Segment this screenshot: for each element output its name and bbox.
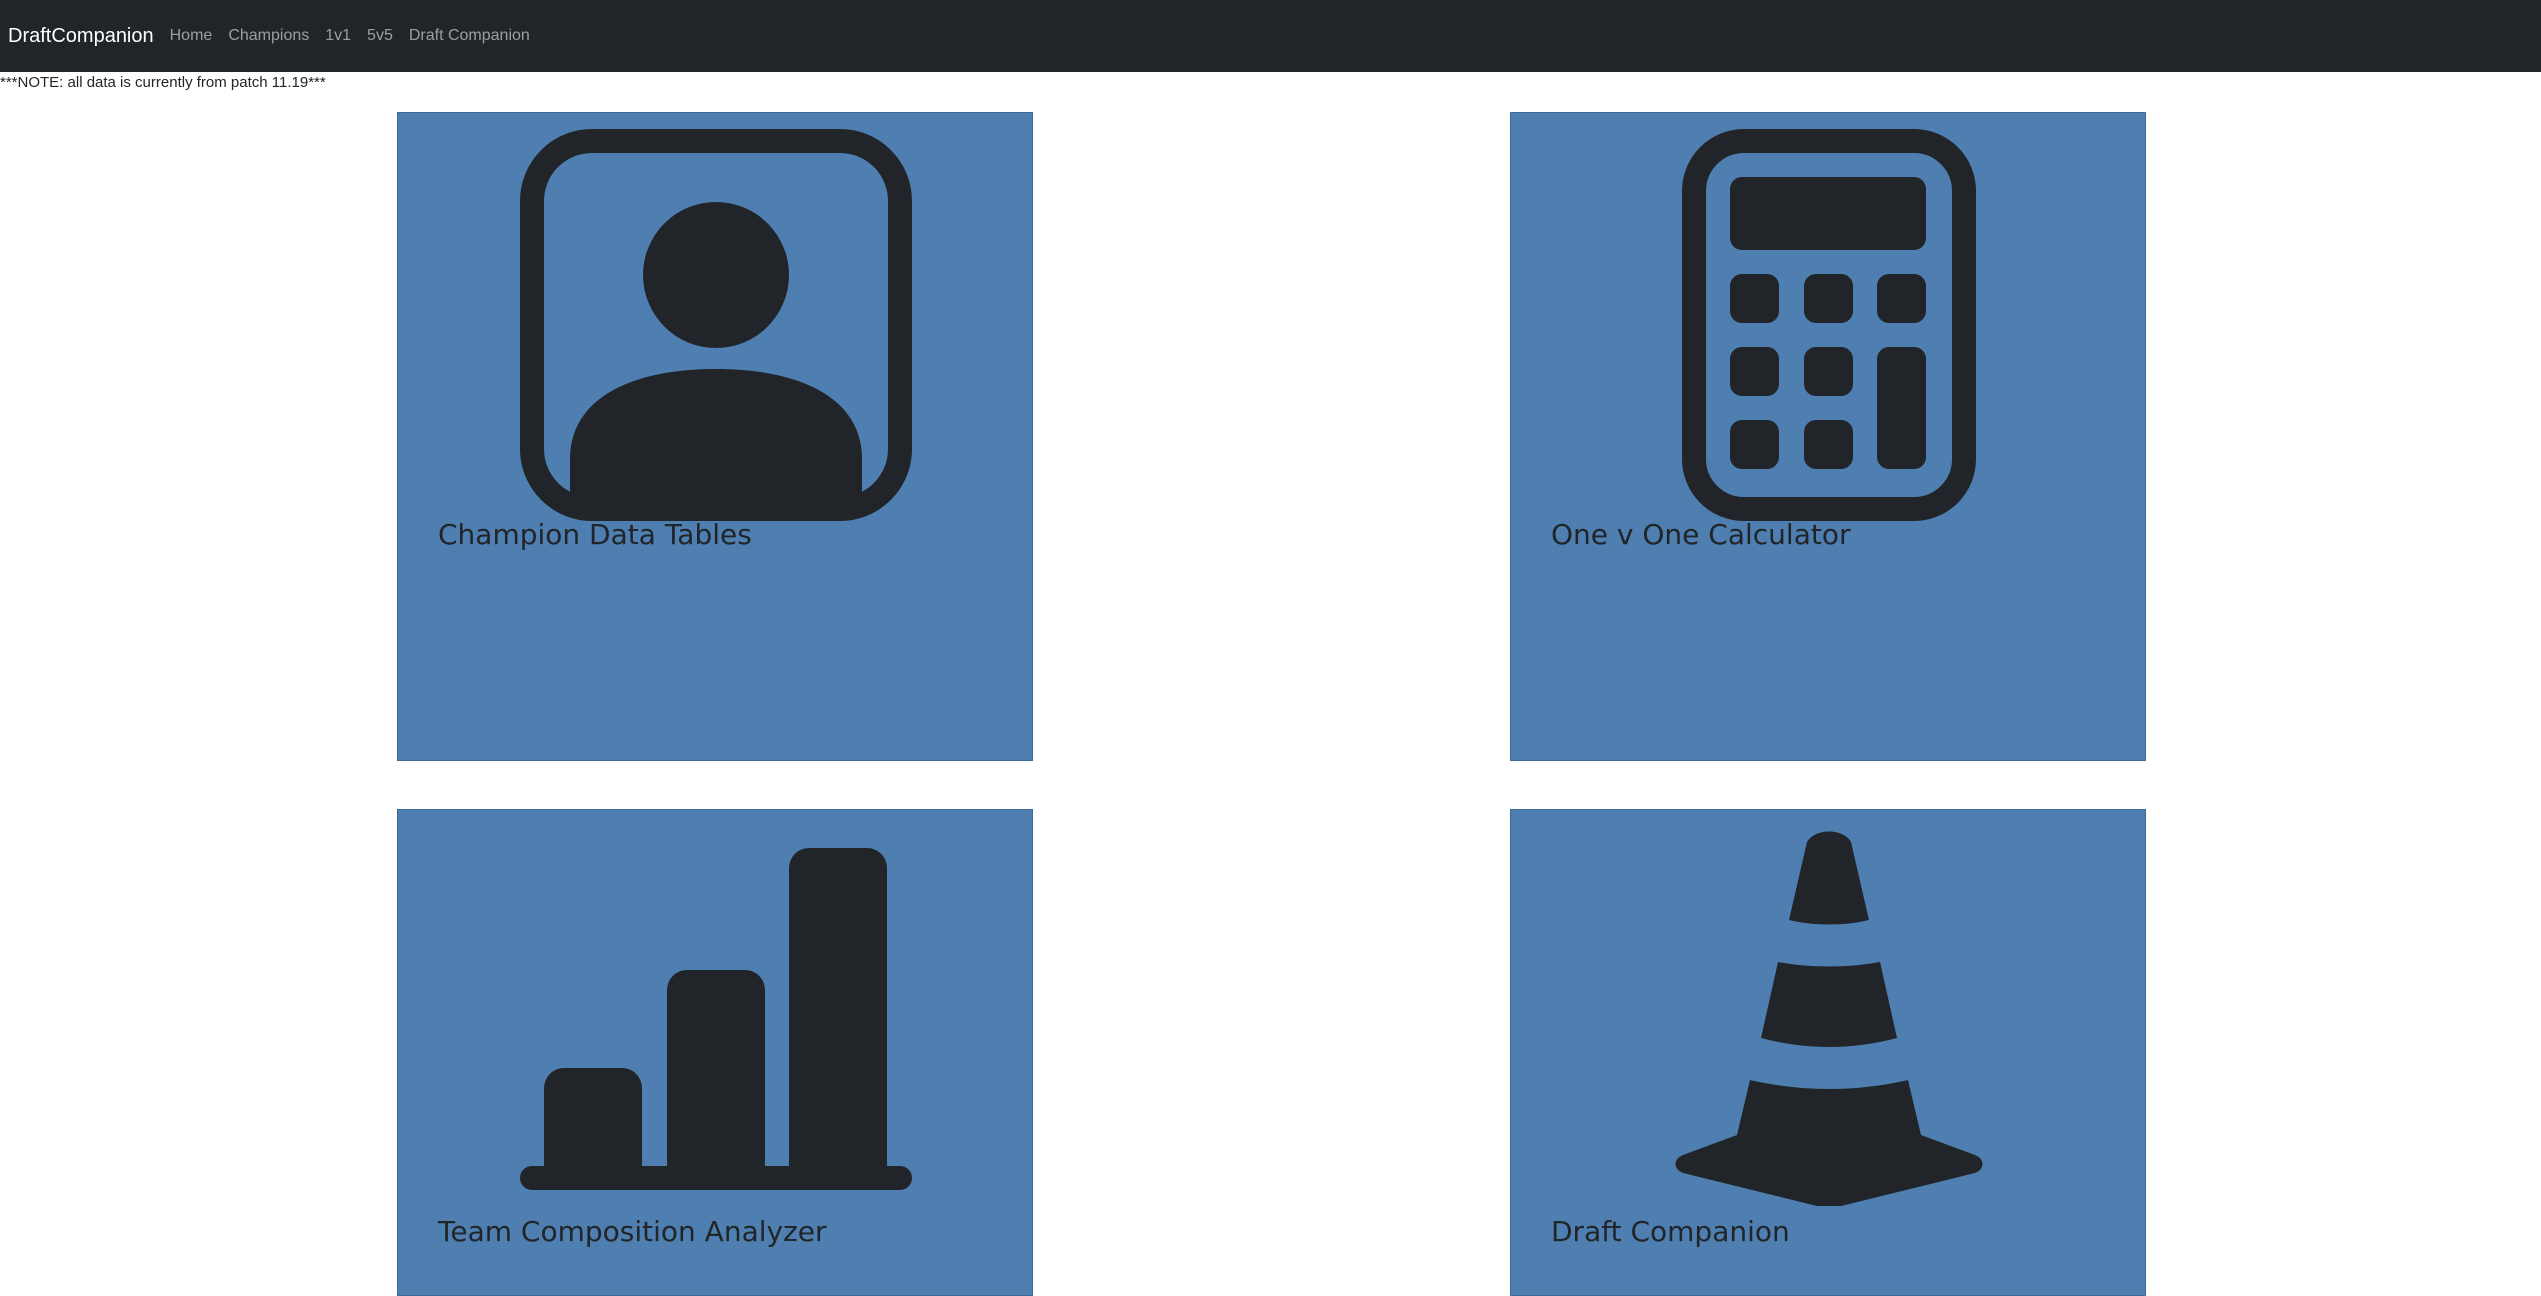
- top-navbar: DraftCompanion Home Champions 1v1 5v5 Dr…: [0, 0, 2541, 72]
- nav-link-draft-companion[interactable]: Draft Companion: [409, 27, 530, 45]
- calculator-icon: [1511, 113, 2145, 521]
- card-champion-data-tables[interactable]: Champion Data Tables: [397, 112, 1033, 761]
- nav-link-home[interactable]: Home: [170, 27, 213, 45]
- card-draft-companion[interactable]: Draft Companion: [1510, 809, 2146, 1296]
- patch-note: ***NOTE: all data is currently from patc…: [0, 74, 326, 91]
- brand-link[interactable]: DraftCompanion: [8, 25, 154, 48]
- card-one-v-one-calculator[interactable]: One v One Calculator: [1510, 112, 2146, 761]
- card-title: Team Composition Analyzer: [438, 1215, 827, 1248]
- nav-link-champions[interactable]: Champions: [228, 27, 309, 45]
- bar-chart-icon: [398, 810, 1032, 1210]
- card-title: One v One Calculator: [1551, 518, 1851, 551]
- person-square-icon: [398, 113, 1032, 521]
- card-team-composition-analyzer[interactable]: Team Composition Analyzer: [397, 809, 1033, 1296]
- nav-link-5v5[interactable]: 5v5: [367, 27, 393, 45]
- nav-link-1v1[interactable]: 1v1: [325, 27, 351, 45]
- cone-icon: [1511, 810, 2145, 1210]
- card-title: Champion Data Tables: [438, 518, 752, 551]
- card-title: Draft Companion: [1551, 1215, 1790, 1248]
